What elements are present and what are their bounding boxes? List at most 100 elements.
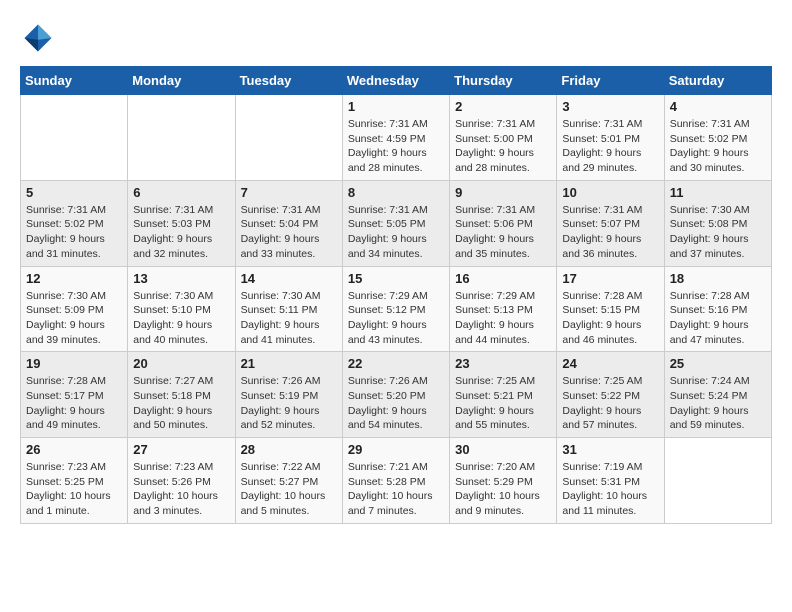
day-cell: 18 Sunrise: 7:28 AM Sunset: 5:16 PM Dayli… — [664, 266, 771, 352]
weekday-header-sunday: Sunday — [21, 67, 128, 95]
weekday-header-saturday: Saturday — [664, 67, 771, 95]
day-info: Sunrise: 7:25 AM Sunset: 5:22 PM Dayligh… — [562, 374, 658, 433]
day-cell: 29 Sunrise: 7:21 AM Sunset: 5:28 PM Dayli… — [342, 438, 449, 524]
day-cell: 12 Sunrise: 7:30 AM Sunset: 5:09 PM Dayli… — [21, 266, 128, 352]
day-cell: 17 Sunrise: 7:28 AM Sunset: 5:15 PM Dayli… — [557, 266, 664, 352]
calendar-table: SundayMondayTuesdayWednesdayThursdayFrid… — [20, 66, 772, 524]
day-number: 1 — [348, 99, 444, 114]
week-row-1: 1 Sunrise: 7:31 AM Sunset: 4:59 PM Daylig… — [21, 95, 772, 181]
day-number: 6 — [133, 185, 229, 200]
day-cell: 10Sunrise: 7:31 AM Sunset: 5:07 PM Dayli… — [557, 180, 664, 266]
weekday-header-monday: Monday — [128, 67, 235, 95]
day-number: 27 — [133, 442, 229, 457]
day-number: 9 — [455, 185, 551, 200]
weekday-header-thursday: Thursday — [450, 67, 557, 95]
day-info: Sunrise: 7:26 AM Sunset: 5:19 PM Dayligh… — [241, 374, 337, 433]
day-number: 13 — [133, 271, 229, 286]
weekday-header-row: SundayMondayTuesdayWednesdayThursdayFrid… — [21, 67, 772, 95]
day-cell: 15Sunrise: 7:29 AM Sunset: 5:12 PM Dayli… — [342, 266, 449, 352]
day-cell — [664, 438, 771, 524]
day-number: 21 — [241, 356, 337, 371]
day-number: 17 — [562, 271, 658, 286]
day-info: Sunrise: 7:23 AM Sunset: 5:26 PM Dayligh… — [133, 460, 229, 519]
day-number: 11 — [670, 185, 766, 200]
day-info: Sunrise: 7:20 AM Sunset: 5:29 PM Dayligh… — [455, 460, 551, 519]
day-info: Sunrise: 7:30 AM Sunset: 5:10 PM Dayligh… — [133, 289, 229, 348]
day-info: Sunrise: 7:25 AM Sunset: 5:21 PM Dayligh… — [455, 374, 551, 433]
day-number: 28 — [241, 442, 337, 457]
day-number: 25 — [670, 356, 766, 371]
day-number: 22 — [348, 356, 444, 371]
day-number: 14 — [241, 271, 337, 286]
day-info: Sunrise: 7:28 AM Sunset: 5:16 PM Dayligh… — [670, 289, 766, 348]
day-number: 29 — [348, 442, 444, 457]
day-cell: 21 Sunrise: 7:26 AM Sunset: 5:19 PM Dayli… — [235, 352, 342, 438]
day-cell: 2Sunrise: 7:31 AM Sunset: 5:00 PM Daylig… — [450, 95, 557, 181]
weekday-header-tuesday: Tuesday — [235, 67, 342, 95]
day-cell: 31Sunrise: 7:19 AM Sunset: 5:31 PM Dayli… — [557, 438, 664, 524]
day-cell: 23 Sunrise: 7:25 AM Sunset: 5:21 PM Dayli… — [450, 352, 557, 438]
day-cell: 22 Sunrise: 7:26 AM Sunset: 5:20 PM Dayli… — [342, 352, 449, 438]
week-row-4: 19 Sunrise: 7:28 AM Sunset: 5:17 PM Dayli… — [21, 352, 772, 438]
day-info: Sunrise: 7:30 AM Sunset: 5:09 PM Dayligh… — [26, 289, 122, 348]
logo-icon — [20, 20, 56, 56]
day-info: Sunrise: 7:31 AM Sunset: 5:04 PM Dayligh… — [241, 203, 337, 262]
day-number: 23 — [455, 356, 551, 371]
day-info: Sunrise: 7:31 AM Sunset: 5:01 PM Dayligh… — [562, 117, 658, 176]
week-row-5: 26 Sunrise: 7:23 AM Sunset: 5:25 PM Dayli… — [21, 438, 772, 524]
day-number: 7 — [241, 185, 337, 200]
day-number: 19 — [26, 356, 122, 371]
day-cell: 30 Sunrise: 7:20 AM Sunset: 5:29 PM Dayli… — [450, 438, 557, 524]
day-number: 24 — [562, 356, 658, 371]
day-info: Sunrise: 7:22 AM Sunset: 5:27 PM Dayligh… — [241, 460, 337, 519]
day-cell: 27 Sunrise: 7:23 AM Sunset: 5:26 PM Dayli… — [128, 438, 235, 524]
day-number: 18 — [670, 271, 766, 286]
day-number: 10 — [562, 185, 658, 200]
day-cell: 7 Sunrise: 7:31 AM Sunset: 5:04 PM Daylig… — [235, 180, 342, 266]
day-number: 31 — [562, 442, 658, 457]
day-number: 8 — [348, 185, 444, 200]
day-cell — [235, 95, 342, 181]
day-info: Sunrise: 7:31 AM Sunset: 5:02 PM Dayligh… — [26, 203, 122, 262]
day-info: Sunrise: 7:26 AM Sunset: 5:20 PM Dayligh… — [348, 374, 444, 433]
week-row-3: 12 Sunrise: 7:30 AM Sunset: 5:09 PM Dayli… — [21, 266, 772, 352]
day-number: 3 — [562, 99, 658, 114]
day-info: Sunrise: 7:30 AM Sunset: 5:08 PM Dayligh… — [670, 203, 766, 262]
day-number: 2 — [455, 99, 551, 114]
day-cell: 1 Sunrise: 7:31 AM Sunset: 4:59 PM Daylig… — [342, 95, 449, 181]
day-cell: 6Sunrise: 7:31 AM Sunset: 5:03 PM Daylig… — [128, 180, 235, 266]
day-cell — [128, 95, 235, 181]
day-info: Sunrise: 7:29 AM Sunset: 5:13 PM Dayligh… — [455, 289, 551, 348]
day-cell: 3 Sunrise: 7:31 AM Sunset: 5:01 PM Daylig… — [557, 95, 664, 181]
day-cell: 13 Sunrise: 7:30 AM Sunset: 5:10 PM Dayli… — [128, 266, 235, 352]
day-cell: 11 Sunrise: 7:30 AM Sunset: 5:08 PM Dayli… — [664, 180, 771, 266]
day-cell: 9 Sunrise: 7:31 AM Sunset: 5:06 PM Daylig… — [450, 180, 557, 266]
day-info: Sunrise: 7:31 AM Sunset: 5:06 PM Dayligh… — [455, 203, 551, 262]
day-cell: 20Sunrise: 7:27 AM Sunset: 5:18 PM Dayli… — [128, 352, 235, 438]
page-header — [20, 20, 772, 56]
day-info: Sunrise: 7:31 AM Sunset: 4:59 PM Dayligh… — [348, 117, 444, 176]
day-info: Sunrise: 7:31 AM Sunset: 5:05 PM Dayligh… — [348, 203, 444, 262]
day-info: Sunrise: 7:31 AM Sunset: 5:02 PM Dayligh… — [670, 117, 766, 176]
day-number: 16 — [455, 271, 551, 286]
day-number: 26 — [26, 442, 122, 457]
day-info: Sunrise: 7:21 AM Sunset: 5:28 PM Dayligh… — [348, 460, 444, 519]
day-info: Sunrise: 7:28 AM Sunset: 5:17 PM Dayligh… — [26, 374, 122, 433]
day-cell: 24 Sunrise: 7:25 AM Sunset: 5:22 PM Dayli… — [557, 352, 664, 438]
day-number: 12 — [26, 271, 122, 286]
day-cell: 25 Sunrise: 7:24 AM Sunset: 5:24 PM Dayli… — [664, 352, 771, 438]
day-cell: 16 Sunrise: 7:29 AM Sunset: 5:13 PM Dayli… — [450, 266, 557, 352]
day-number: 15 — [348, 271, 444, 286]
day-number: 30 — [455, 442, 551, 457]
day-cell: 5Sunrise: 7:31 AM Sunset: 5:02 PM Daylig… — [21, 180, 128, 266]
day-cell: 4Sunrise: 7:31 AM Sunset: 5:02 PM Daylig… — [664, 95, 771, 181]
week-row-2: 5Sunrise: 7:31 AM Sunset: 5:02 PM Daylig… — [21, 180, 772, 266]
day-cell: 28 Sunrise: 7:22 AM Sunset: 5:27 PM Dayli… — [235, 438, 342, 524]
day-info: Sunrise: 7:23 AM Sunset: 5:25 PM Dayligh… — [26, 460, 122, 519]
day-cell: 14Sunrise: 7:30 AM Sunset: 5:11 PM Dayli… — [235, 266, 342, 352]
day-info: Sunrise: 7:24 AM Sunset: 5:24 PM Dayligh… — [670, 374, 766, 433]
day-cell: 19 Sunrise: 7:28 AM Sunset: 5:17 PM Dayli… — [21, 352, 128, 438]
weekday-header-wednesday: Wednesday — [342, 67, 449, 95]
day-info: Sunrise: 7:28 AM Sunset: 5:15 PM Dayligh… — [562, 289, 658, 348]
day-info: Sunrise: 7:27 AM Sunset: 5:18 PM Dayligh… — [133, 374, 229, 433]
